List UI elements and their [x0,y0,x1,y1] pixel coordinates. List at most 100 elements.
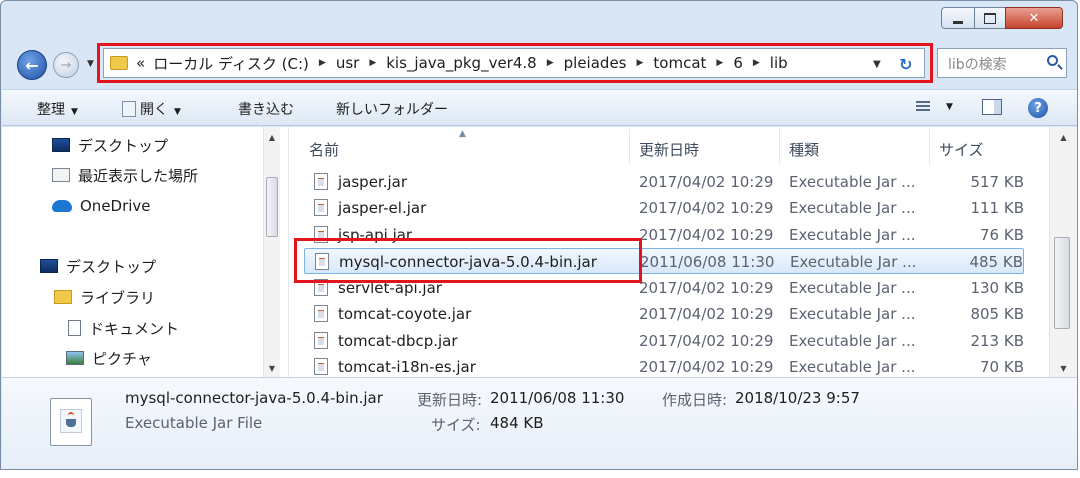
nav-item-label: ライブラリ [80,288,156,307]
column-divider[interactable] [929,129,930,165]
close-icon: ✕ [1028,10,1040,26]
nav-item-label: デスクトップ [66,257,157,276]
nav-item-pictures[interactable]: ピクチャ [66,346,152,370]
file-list-scrollbar[interactable]: ▲ ▼ [1049,127,1077,377]
file-size: 485 KB [969,253,1023,271]
sort-ascending-icon: ▲ [459,129,466,139]
picture-icon [66,351,84,365]
details-pane: mysql-connector-java-5.0.4-bin.jar Execu… [2,377,1077,469]
back-button[interactable]: ← [17,50,47,80]
history-dropdown-icon[interactable]: ▼ [87,59,94,69]
nav-item-documents[interactable]: ドキュメント [68,316,179,340]
organize-button[interactable]: 整理 ▼ [37,99,78,119]
open-button[interactable]: 開く ▼ [122,99,181,119]
file-date: 2011/06/08 11:30 [640,253,775,271]
file-name: tomcat-coyote.jar [338,305,472,323]
burn-label: 書き込む [238,102,294,118]
jar-file-icon [314,199,328,216]
java-file-icon [50,398,92,446]
maximize-button[interactable] [974,7,1006,29]
onedrive-icon [52,200,72,212]
file-date: 2017/04/02 10:29 [639,358,774,376]
file-name: tomcat-i18n-es.jar [338,358,476,376]
file-size: 805 KB [970,305,1024,323]
navigation-scrollbar[interactable]: ▲ ▼ [263,127,280,377]
nav-item-libraries[interactable]: ライブラリ [54,285,155,309]
file-name: tomcat-dbcp.jar [338,332,458,350]
chevron-down-icon: ▼ [71,107,78,117]
document-icon [68,320,81,336]
scroll-down-icon[interactable]: ▼ [1050,364,1077,373]
search-box[interactable]: libの検索 [937,48,1067,78]
recent-places-icon [52,168,70,182]
explorer-window: ✕ ← → ▼ « ローカル ディスク (C:) ▶ usr ▶ kis_jav… [0,0,1078,470]
file-row[interactable]: tomcat-coyote.jar 2017/04/02 10:29 Execu… [304,301,1024,327]
desktop-icon [52,138,70,152]
nav-item-recent-places[interactable]: 最近表示した場所 [52,163,198,187]
file-name: jasper-el.jar [338,199,427,217]
file-size: 130 KB [970,279,1024,297]
file-size: 70 KB [980,358,1024,376]
preview-pane-icon[interactable] [982,99,1002,115]
file-row[interactable]: jasper-el.jar 2017/04/02 10:29 Executabl… [304,195,1024,221]
search-input[interactable]: libの検索 [948,54,1007,74]
nav-item-label: デスクトップ [78,136,169,155]
chevron-down-icon: ▼ [174,107,181,117]
scroll-up-icon[interactable]: ▲ [264,133,280,142]
scrollbar-thumb[interactable] [1054,237,1070,329]
nav-item-desktop-root[interactable]: デスクトップ [40,254,156,278]
forward-button[interactable]: → [53,52,79,78]
column-header-size[interactable]: サイズ [939,139,984,160]
scroll-down-icon[interactable]: ▼ [264,364,280,373]
view-options-icon[interactable] [916,101,930,113]
details-modified-label: 更新日時: [417,391,483,409]
column-header-type[interactable]: 種類 [789,139,819,160]
file-date: 2017/04/02 10:29 [639,305,774,323]
column-divider[interactable] [629,129,630,165]
nav-item-desktop[interactable]: デスクトップ [52,133,168,157]
help-icon[interactable]: ? [1028,98,1048,118]
details-filetype: Executable Jar File [125,414,263,432]
nav-item-label: ピクチャ [92,349,152,368]
command-bar: 整理 ▼ 開く ▼ 書き込む 新しいフォルダー ▼ ? [2,89,1077,126]
nav-item-label: ドキュメント [89,319,180,338]
file-size: 213 KB [970,332,1024,350]
file-type: Executable Jar ... [789,305,916,323]
file-date: 2017/04/02 10:29 [639,226,774,244]
file-type: Executable Jar ... [789,173,916,191]
column-header-date[interactable]: 更新日時 [639,139,699,160]
forward-arrow-icon: → [60,57,72,73]
address-highlight-box [97,43,933,83]
file-name: jasper.jar [338,173,408,191]
file-date: 2017/04/02 10:29 [639,173,774,191]
file-date: 2017/04/02 10:29 [639,332,774,350]
scroll-up-icon[interactable]: ▲ [1050,133,1077,142]
file-highlight-box [294,238,642,283]
column-header-name[interactable]: 名前 [309,139,339,160]
file-type: Executable Jar ... [789,226,916,244]
search-icon[interactable] [1047,55,1058,66]
nav-item-onedrive[interactable]: OneDrive [52,194,151,218]
close-button[interactable]: ✕ [1005,7,1063,29]
column-divider[interactable] [779,129,780,165]
burn-button[interactable]: 書き込む [238,99,294,119]
file-row[interactable]: tomcat-dbcp.jar 2017/04/02 10:29 Executa… [304,328,1024,354]
jar-file-icon [314,332,328,349]
details-modified-value: 2011/06/08 11:30 [490,389,625,407]
file-size: 111 KB [970,199,1024,217]
details-filename: mysql-connector-java-5.0.4-bin.jar [125,389,383,407]
details-size-label: サイズ: [431,416,481,434]
new-folder-button[interactable]: 新しいフォルダー [336,99,448,119]
jar-file-icon [314,173,328,190]
chevron-down-icon[interactable]: ▼ [946,102,953,112]
file-size: 517 KB [970,173,1024,191]
library-icon [54,290,72,304]
file-row[interactable]: jasper.jar 2017/04/02 10:29 Executable J… [304,169,1024,195]
open-label: 開く [140,102,168,118]
navigation-pane: デスクトップ 最近表示した場所 OneDrive デスクトップ ライブラリ ドキ… [2,127,288,377]
file-type: Executable Jar ... [789,279,916,297]
file-date: 2017/04/02 10:29 [639,199,774,217]
details-created-label: 作成日時: [662,391,728,409]
minimize-button[interactable] [941,7,975,29]
scrollbar-thumb[interactable] [266,177,278,237]
